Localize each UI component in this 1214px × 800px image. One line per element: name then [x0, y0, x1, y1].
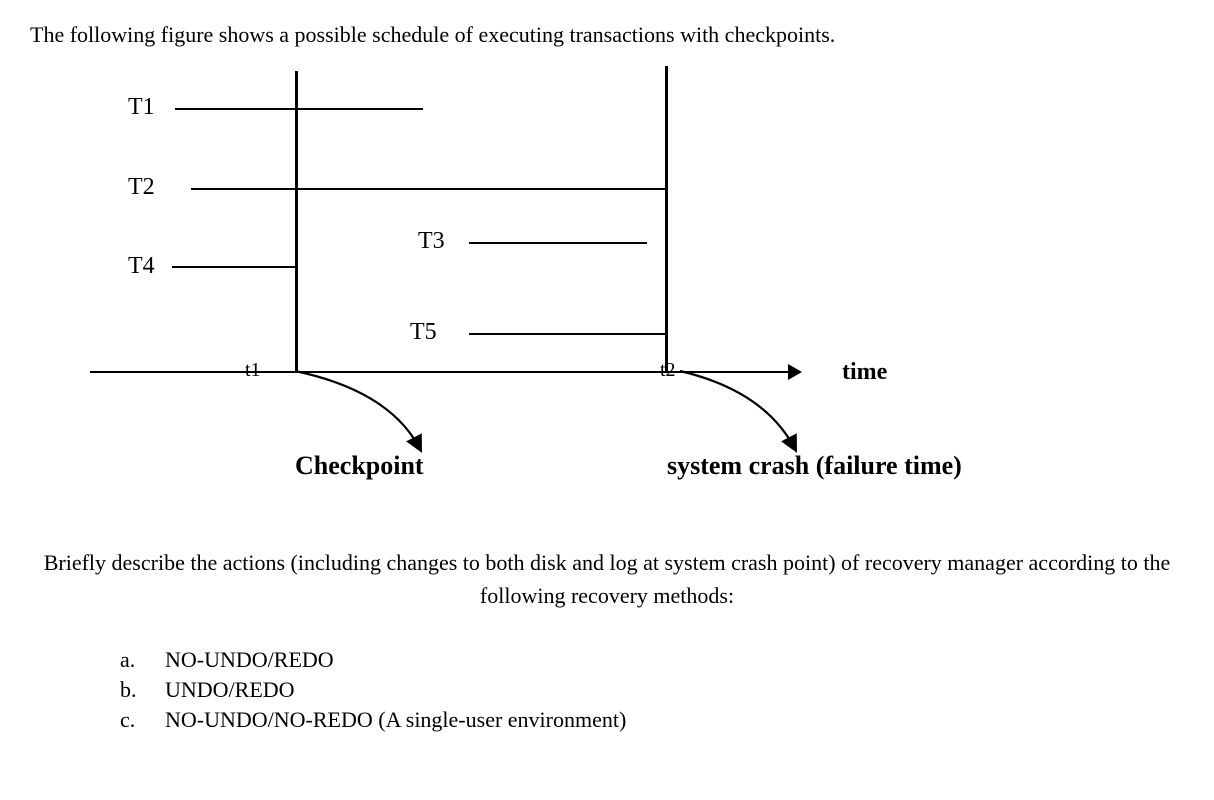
t4-label: T4 [128, 253, 155, 280]
option-letter: c. [120, 707, 165, 733]
option-letter: a. [120, 647, 165, 673]
t2-line [191, 188, 666, 191]
intro-text: The following figure shows a possible sc… [30, 20, 1184, 51]
question-text: Briefly describe the actions (including … [30, 546, 1184, 612]
checkpoint-vertical-line [295, 71, 298, 371]
system-crash-label: system crash (failure time) [667, 451, 962, 481]
option-a: a. NO-UNDO/REDO [120, 647, 1184, 673]
t2-label: T2 [128, 174, 155, 201]
t1-label: T1 [128, 94, 155, 121]
option-c: c. NO-UNDO/NO-REDO (A single-user enviro… [120, 707, 1184, 733]
option-letter: b. [120, 677, 165, 703]
option-b: b. UNDO/REDO [120, 677, 1184, 703]
t4-line [172, 266, 297, 269]
checkpoint-label: Checkpoint [295, 451, 424, 481]
t1-tick-label: t1 [245, 359, 261, 382]
t1-line [175, 108, 423, 111]
transaction-schedule-figure: T1 T2 T3 T4 T5 time t1 t2 Checkpoint sys… [70, 66, 1170, 496]
option-text: NO-UNDO/REDO [165, 647, 334, 673]
t3-label: T3 [418, 228, 445, 255]
checkpoint-arrow-icon [280, 371, 480, 461]
option-text: NO-UNDO/NO-REDO (A single-user environme… [165, 707, 626, 733]
option-text: UNDO/REDO [165, 677, 295, 703]
crash-vertical-line [665, 66, 668, 371]
options-list: a. NO-UNDO/REDO b. UNDO/REDO c. NO-UNDO/… [120, 647, 1184, 733]
t5-label: T5 [410, 319, 437, 346]
t3-line [469, 242, 647, 245]
t5-line [469, 333, 666, 336]
crash-arrow-icon [665, 371, 865, 461]
